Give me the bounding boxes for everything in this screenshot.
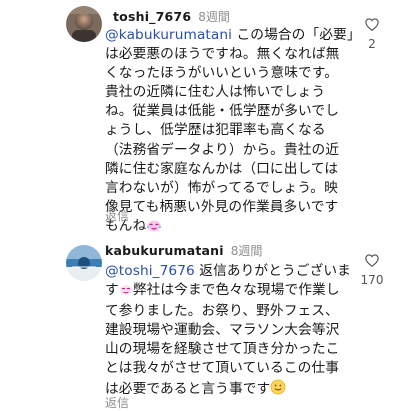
smiling-face-icon: [270, 379, 286, 401]
avatar[interactable]: [66, 245, 102, 281]
heart-icon[interactable]: [365, 252, 379, 271]
like-button[interactable]: 170: [360, 252, 384, 287]
mention-link[interactable]: @toshi_7676: [105, 263, 195, 279]
username[interactable]: kabukurumatani: [105, 243, 224, 258]
timestamp: 8週間: [230, 244, 263, 258]
comment-item: kabukurumatani 8週間 @toshi_7676 返信ありがとうござい…: [0, 0, 400, 410]
comment-line: て参りました。お祭り、野外フェス、: [105, 303, 339, 320]
reply-button[interactable]: 返信: [105, 394, 129, 411]
comment-line: 像見ても柄悪い外見の作業員多いです: [105, 198, 339, 215]
comment-line: す弊社は今まで色々な現場で作業し: [105, 282, 340, 298]
comment-text: @toshi_7676 返信ありがとうございま す弊社は今まで色々な現場で作業し…: [105, 262, 367, 401]
comment-line: 言わないが）怖がってるでしょう。映: [105, 179, 338, 196]
comment-line: とは我々がさせて頂いているこの仕事: [105, 360, 339, 377]
comment-line: 山の現場を経験させて頂き分かったこ: [105, 341, 340, 358]
sparkle-face-icon: [119, 283, 133, 302]
comment-line: 返信ありがとうございま: [194, 263, 351, 279]
comment-line: は必要であると言う事です: [105, 380, 271, 397]
comment-header: kabukurumatani 8週間: [105, 242, 262, 259]
reply-button[interactable]: 返信: [105, 207, 129, 224]
comment-line: 建設現場や運動会、マラソン大会等沢: [105, 322, 340, 339]
face-with-tears-icon: [146, 218, 162, 238]
like-count: 170: [360, 273, 384, 287]
